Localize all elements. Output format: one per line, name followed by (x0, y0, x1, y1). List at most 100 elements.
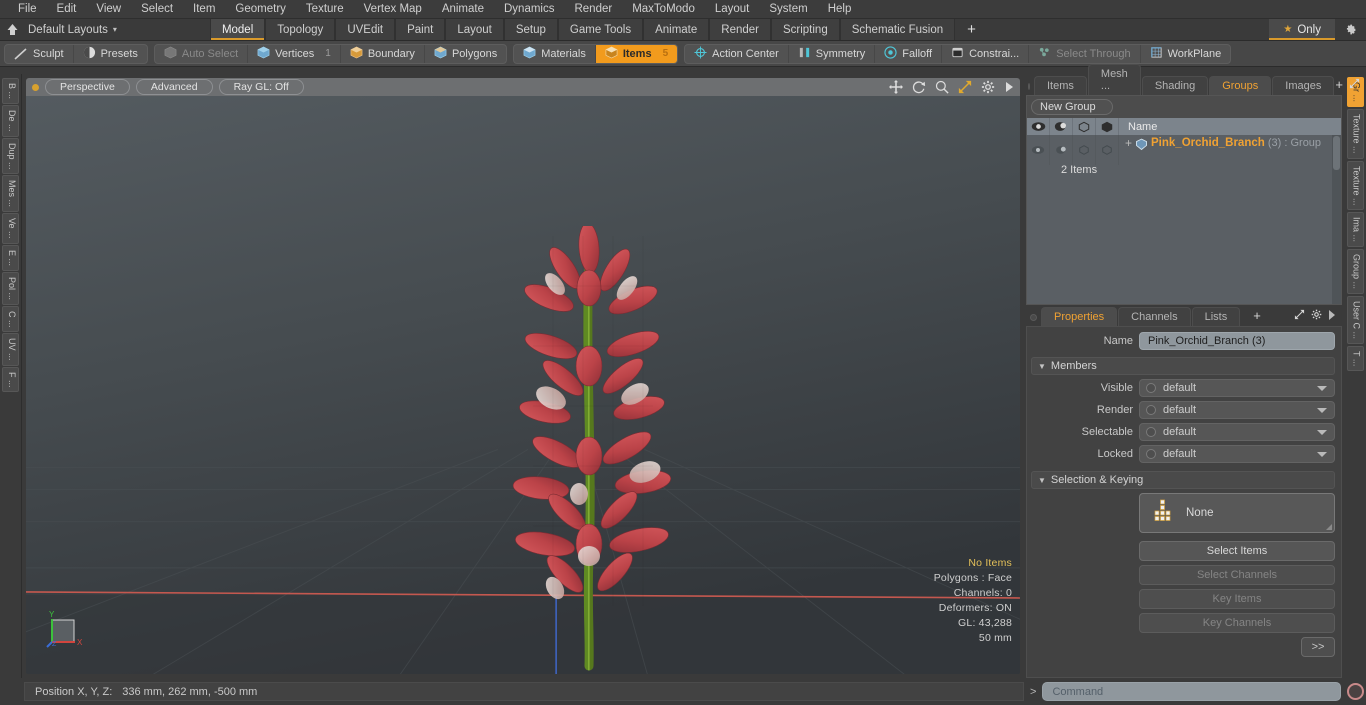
menu-item[interactable]: Geometry (225, 1, 296, 17)
action-center-button[interactable]: Action Center (685, 44, 789, 63)
row-name-cell[interactable]: + Pink_Orchid_Branch (3) : Group (1119, 135, 1341, 165)
row-wireframe-toggle[interactable] (1073, 135, 1096, 165)
workplane-button[interactable]: WorkPlane (1141, 45, 1231, 63)
menu-item[interactable]: Dynamics (494, 1, 564, 17)
menu-item[interactable]: Render (564, 1, 622, 17)
select-items-button[interactable]: Select Items (1139, 541, 1335, 561)
selectable-radio[interactable] (1146, 427, 1156, 437)
auto-select-button[interactable]: Auto Select (155, 44, 249, 63)
right-strip-tab-images[interactable]: Ima ... (1346, 212, 1364, 248)
arrow-right-icon[interactable] (1004, 81, 1014, 93)
tab-uvedit[interactable]: UVEdit (335, 19, 396, 40)
tab-properties[interactable]: Properties (1041, 307, 1118, 326)
tab-lists[interactable]: Lists (1191, 307, 1241, 326)
tab-render[interactable]: Render (709, 19, 771, 40)
right-strip-tab-user-channels[interactable]: User C ... (1346, 296, 1364, 345)
gear-icon[interactable] (1311, 309, 1322, 323)
right-strip-tab-t[interactable]: T ... (1346, 346, 1364, 372)
viewport-perspective-dropdown[interactable]: Perspective (45, 79, 130, 95)
members-section-header[interactable]: ▼ Members (1031, 357, 1335, 375)
record-icon[interactable] (1347, 683, 1364, 700)
move-icon[interactable] (889, 80, 903, 94)
viewport-shading-dropdown[interactable]: Advanced (135, 79, 213, 95)
zoom-icon[interactable] (935, 80, 949, 94)
menu-item[interactable]: Layout (705, 1, 760, 17)
menu-item[interactable]: Help (818, 1, 862, 17)
left-strip-tab[interactable]: C ... (2, 305, 19, 333)
sculpt-button[interactable]: Sculpt (5, 44, 74, 63)
tab-images[interactable]: Images (1272, 76, 1335, 95)
tab-game-tools[interactable]: Game Tools (557, 19, 644, 40)
add-tab-button[interactable]: + (1335, 77, 1343, 92)
visible-dropdown[interactable]: default (1139, 379, 1335, 397)
vertices-button[interactable]: Vertices 1 (248, 44, 341, 63)
gear-icon[interactable] (1335, 19, 1366, 40)
home-icon[interactable] (0, 19, 24, 40)
default-layouts-dropdown[interactable]: Default Layouts ▾ (24, 19, 125, 40)
presets-button[interactable]: Presets (74, 45, 147, 63)
rotate-icon[interactable] (912, 80, 926, 94)
tab-items[interactable]: Items (1034, 76, 1087, 95)
viewport-3d[interactable]: No Items Polygons : Face Channels: 0 Def… (26, 96, 1020, 674)
selection-preset-box[interactable]: None (1139, 493, 1335, 533)
boundary-button[interactable]: Boundary (341, 44, 425, 63)
shaded-icon[interactable] (1096, 118, 1119, 135)
groups-scrollbar[interactable] (1332, 135, 1341, 304)
symmetry-button[interactable]: Symmetry (789, 44, 876, 63)
tab-schematic-fusion[interactable]: Schematic Fusion (839, 19, 956, 40)
menu-item[interactable]: Texture (296, 1, 354, 17)
add-tab-button[interactable]: + (955, 19, 988, 40)
tab-shading[interactable]: Shading (1141, 76, 1209, 95)
right-strip-tab-group[interactable]: Group ... (1346, 249, 1364, 295)
tab-layout[interactable]: Layout (445, 19, 504, 40)
table-row[interactable]: + Pink_Orchid_Branch (3) : Group (1027, 135, 1341, 165)
fit-icon[interactable] (958, 80, 972, 94)
right-strip-tab-texture-2[interactable]: Texture ... (1346, 160, 1364, 211)
tab-model[interactable]: Model (209, 19, 266, 40)
row-shaded-toggle[interactable] (1096, 135, 1119, 165)
polygons-button[interactable]: Polygons (425, 45, 506, 63)
record-dot-icon[interactable] (32, 83, 39, 91)
left-strip-tab[interactable]: Mes ... (2, 175, 19, 213)
scrollbar-thumb[interactable] (1333, 136, 1340, 170)
menu-item[interactable]: Select (131, 1, 183, 17)
only-toggle-button[interactable]: ★ Only (1269, 19, 1335, 40)
menu-item[interactable]: System (759, 1, 817, 17)
add-tab-button[interactable]: + (1241, 305, 1273, 326)
tab-animate[interactable]: Animate (643, 19, 710, 40)
wireframe-icon[interactable] (1073, 118, 1096, 135)
expand-icon[interactable] (1294, 309, 1305, 323)
tab-setup[interactable]: Setup (503, 19, 558, 40)
row-eye-icon[interactable] (1027, 135, 1050, 165)
menu-item[interactable]: Animate (432, 1, 494, 17)
selection-keying-section-header[interactable]: ▼ Selection & Keying (1031, 471, 1335, 489)
fast-forward-button[interactable]: >> (1301, 637, 1335, 657)
left-strip-tab[interactable]: Dup ... (2, 137, 19, 175)
new-group-button[interactable]: New Group (1031, 99, 1113, 115)
tab-paint[interactable]: Paint (395, 19, 446, 40)
viewport-raygl-dropdown[interactable]: Ray GL: Off (218, 79, 304, 95)
expand-icon[interactable] (1349, 78, 1360, 92)
row-render-icon[interactable] (1050, 135, 1073, 165)
resize-corner-icon[interactable] (1326, 524, 1332, 530)
tab-scripting[interactable]: Scripting (770, 19, 840, 40)
constraint-button[interactable]: Constrai... (942, 44, 1030, 63)
arrow-right-icon[interactable] (1328, 309, 1336, 323)
tab-topology[interactable]: Topology (265, 19, 336, 40)
selectable-dropdown[interactable]: default (1139, 423, 1335, 441)
left-strip-tab[interactable]: F ... (2, 366, 19, 393)
items-button[interactable]: Items 5 (595, 44, 678, 63)
orchid-model[interactable] (493, 226, 693, 674)
render-dropdown[interactable]: default (1139, 401, 1335, 419)
left-strip-tab[interactable]: Ve ... (2, 213, 19, 244)
left-strip-tab[interactable]: UV ... (2, 333, 19, 366)
visible-radio[interactable] (1146, 383, 1156, 393)
menu-item[interactable]: MaxToModo (622, 1, 705, 17)
right-strip-tab-texture-1[interactable]: Texture ... (1346, 109, 1364, 159)
menu-item[interactable]: View (86, 1, 131, 17)
groups-list-body[interactable]: + Pink_Orchid_Branch (3) : Group 2 Items (1027, 135, 1341, 304)
menu-item[interactable]: File (8, 1, 47, 17)
command-input[interactable]: Command (1042, 682, 1341, 701)
materials-button[interactable]: Materials (514, 44, 596, 63)
menu-item[interactable]: Vertex Map (354, 1, 432, 17)
